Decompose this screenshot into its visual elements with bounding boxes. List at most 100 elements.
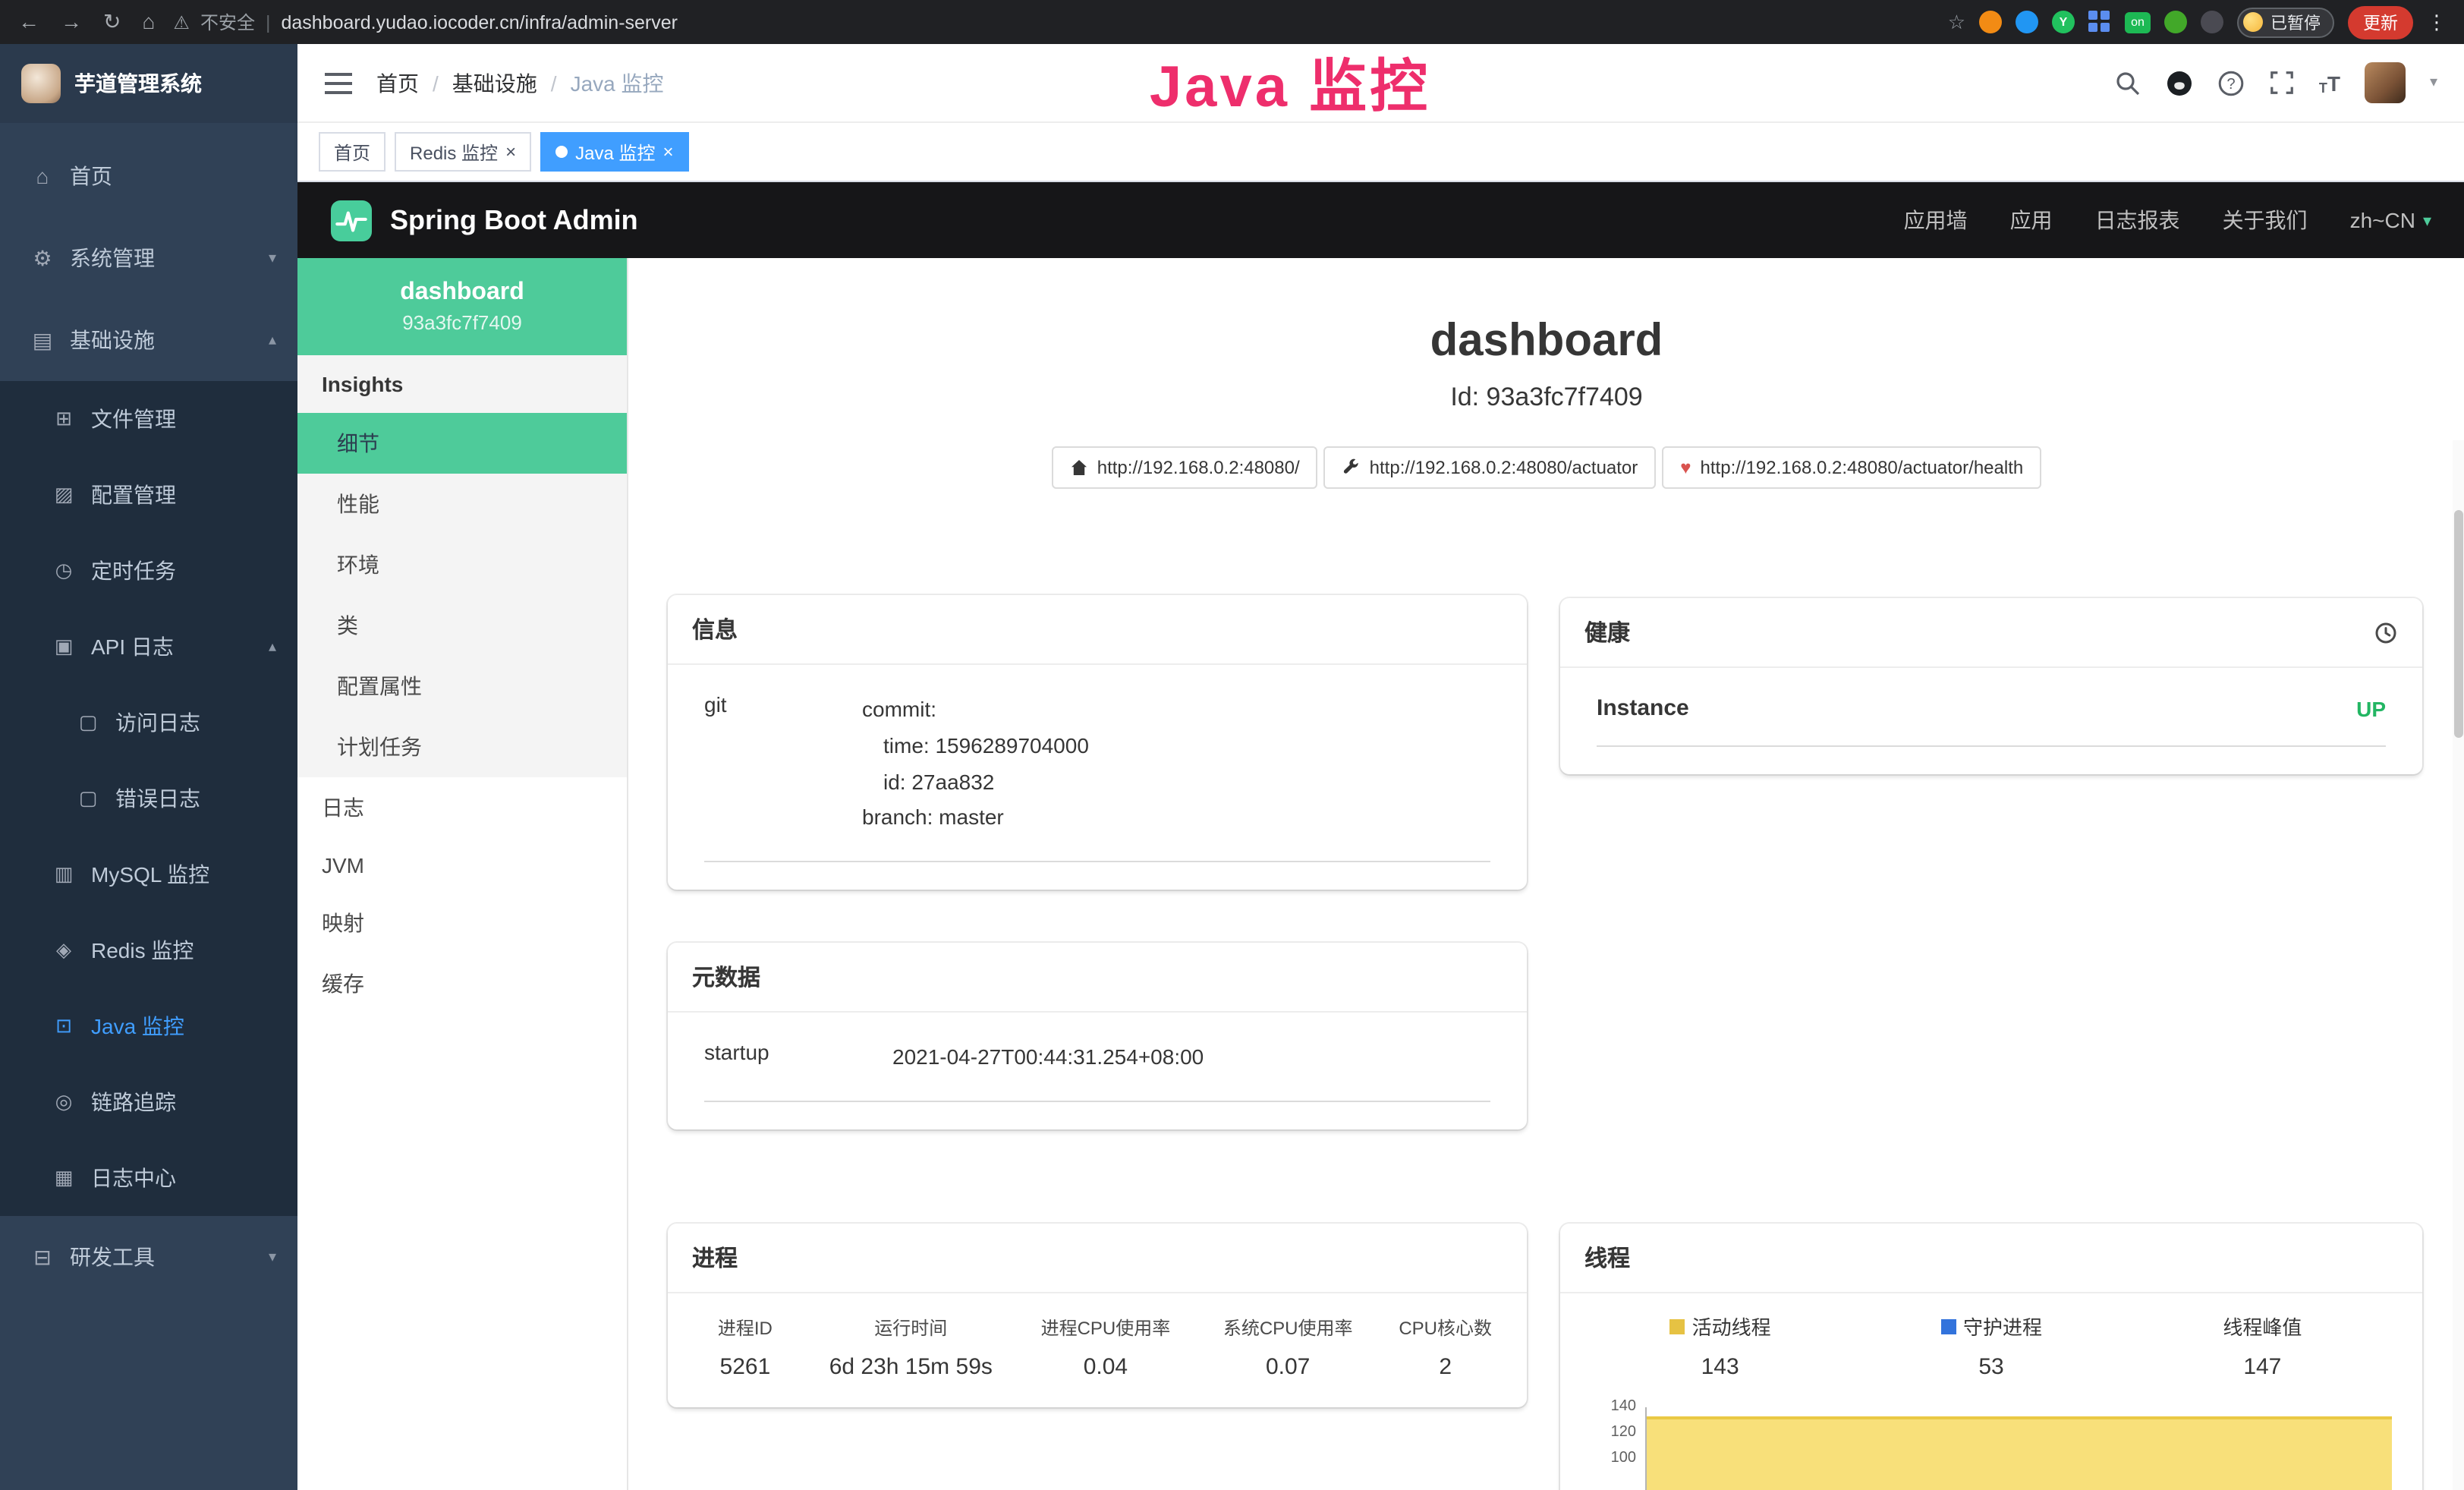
sba-nav-performance[interactable]: 性能 [297,474,627,534]
avatar-caret-icon[interactable]: ▾ [2430,74,2437,91]
url-text[interactable]: dashboard.yudao.iocoder.cn/infra/admin-s… [281,11,678,33]
metadata-key-startup: startup [704,1040,892,1076]
history-icon[interactable] [2374,620,2398,644]
sba-nav-caches[interactable]: 缓存 [297,953,627,1014]
sidebar-item-home[interactable]: ⌂ 首页 [0,135,297,217]
sba-nav-environment[interactable]: 环境 [297,534,627,595]
sba-nav-mappings[interactable]: 映射 [297,893,627,953]
extension-icon-grid[interactable] [2088,11,2111,33]
home-menu-icon: ⌂ [30,164,55,188]
close-icon[interactable]: × [662,143,673,161]
sidebar-item-scheduled-jobs[interactable]: ◷ 定时任务 [0,533,297,609]
sba-nav-details[interactable]: 细节 [297,413,627,474]
user-avatar[interactable] [2365,62,2406,103]
search-icon[interactable] [2114,69,2141,96]
sidebar-item-config-manage[interactable]: ▨ 配置管理 [0,457,297,533]
scrollbar-thumb[interactable] [2454,510,2463,738]
sidebar-item-file-manage[interactable]: ⊞ 文件管理 [0,381,297,457]
app-logo-icon [21,64,61,103]
sba-nav-journal[interactable]: 日志报表 [2095,205,2180,235]
metadata-startup-value: 2021-04-27T00:44:31.254+08:00 [892,1040,1204,1076]
metadata-card: 元数据 startup 2021-04-27T00:44:31.254+08:0… [668,943,1527,1129]
sidebar-item-system-manage[interactable]: ⚙ 系统管理 ▾ [0,217,297,299]
system-cpu-usage: 系统CPU使用率 0.07 [1197,1315,1379,1380]
chevron-down-icon: ▾ [269,1249,276,1265]
breadcrumb-current: Java 监控 [571,68,664,98]
profile-emoji-icon [2243,12,2263,32]
reload-icon[interactable]: ↻ [103,9,121,35]
health-instance-row: Instance UP [1597,674,2386,747]
info-key-git: git [704,692,862,836]
bookmark-star-icon[interactable]: ☆ [1948,10,1965,34]
git-branch: branch: master [862,801,1089,837]
github-icon[interactable] [2166,69,2193,96]
sidebar-item-mysql-monitor[interactable]: ▥ MySQL 监控 [0,836,297,912]
sba-nav-wallboard[interactable]: 应用墙 [1904,205,1968,235]
font-size-icon[interactable]: TT [2319,71,2340,95]
actuator-link[interactable]: http://192.168.0.2:48080/actuator [1324,446,1657,489]
fullscreen-icon[interactable] [2269,70,2295,96]
git-commit-time: time: 1596289704000 [862,729,1089,765]
app-logo-row[interactable]: 芋道管理系统 [0,44,297,123]
extension-icon-leaf[interactable] [2164,11,2187,33]
sba-nav-config-props[interactable]: 配置属性 [297,656,627,717]
sidebar-item-redis-monitor[interactable]: ◈ Redis 监控 [0,912,297,988]
instance-home-link[interactable]: http://192.168.0.2:48080/ [1052,446,1318,489]
chrome-update-button[interactable]: 更新 [2348,5,2413,39]
chevron-up-icon: ▴ [269,638,276,655]
sba-header: Spring Boot Admin 应用墙 应用 日志报表 关于我们 zh~CN… [297,182,2464,258]
process-card: 进程 进程ID 5261 运行时间 6d 23h 15m 59s 进程CPU使用… [668,1224,1527,1407]
svg-text:?: ? [2226,75,2235,92]
extension-icon-on-badge[interactable]: on [2125,11,2151,33]
breadcrumb-home[interactable]: 首页 [376,68,419,98]
process-pid: 进程ID 5261 [683,1315,807,1380]
back-icon[interactable]: ← [18,9,39,35]
tab-java-monitor[interactable]: Java 监控 × [540,132,688,172]
sba-instance-header[interactable]: dashboard 93a3fc7f7409 [297,258,627,355]
help-icon[interactable]: ? [2217,69,2245,96]
home-icon[interactable]: ⌂ [142,9,155,35]
sba-nav-jvm[interactable]: JVM [297,838,627,893]
sidebar-item-trace[interactable]: ◎ 链路追踪 [0,1064,297,1140]
sba-nav-logs[interactable]: 日志 [297,777,627,838]
sba-nav-applications[interactable]: 应用 [2010,205,2053,235]
tab-home[interactable]: 首页 [319,132,385,172]
profile-paused-badge[interactable]: 已暂停 [2237,7,2334,37]
address-bar[interactable]: ⚠ 不安全 | dashboard.yudao.iocoder.cn/infra… [173,9,678,35]
y-tick-120: 120 [1584,1424,1636,1441]
sidebar-item-log-center[interactable]: ▦ 日志中心 [0,1140,297,1216]
api-log-menu-icon: ▣ [52,635,76,659]
extension-icon-dark[interactable] [2201,11,2223,33]
sidebar-item-error-log[interactable]: ▢ 错误日志 [0,761,297,836]
config-menu-icon: ▨ [52,483,76,507]
extension-icon-blue-drop[interactable] [2016,11,2038,33]
forward-icon[interactable]: → [61,9,82,35]
daemon-threads-swatch [1940,1318,1956,1334]
hamburger-icon[interactable] [325,72,352,93]
sba-language-select[interactable]: zh~CN ▾ [2350,208,2431,232]
extension-icon-orange[interactable] [1979,11,2002,33]
tab-redis-monitor[interactable]: Redis 监控 × [395,132,531,172]
app-sidebar: 芋道管理系统 ⌂ 首页 ⚙ 系统管理 ▾ ▤ 基础设施 ▴ ⊞ 文件管理 [0,44,297,1490]
close-icon[interactable]: × [505,143,516,161]
sidebar-item-dev-tools[interactable]: ⊟ 研发工具 ▾ [0,1216,297,1298]
security-label[interactable]: 不安全 [200,9,255,35]
sba-section-insights: Insights [297,355,627,413]
sba-nav-about[interactable]: 关于我们 [2223,205,2308,235]
breadcrumb-infra[interactable]: 基础设施 [452,68,537,98]
sba-nav-classes[interactable]: 类 [297,595,627,656]
java-menu-icon: ⊡ [52,1014,76,1038]
sidebar-item-java-monitor[interactable]: ⊡ Java 监控 [0,988,297,1064]
page-scrollbar[interactable] [2453,440,2464,1490]
chrome-menu-icon[interactable]: ⋮ [2427,10,2447,34]
sidebar-item-access-log[interactable]: ▢ 访问日志 [0,685,297,761]
chevron-down-icon: ▾ [2423,210,2431,230]
active-tab-dot [555,146,568,158]
health-link[interactable]: ♥ http://192.168.0.2:48080/actuator/heal… [1662,446,2041,489]
log-center-menu-icon: ▦ [52,1166,76,1190]
extension-icon-green-y[interactable]: Y [2052,11,2075,33]
sba-nav-scheduled-tasks[interactable]: 计划任务 [297,717,627,777]
sidebar-item-api-log[interactable]: ▣ API 日志 ▴ [0,609,297,685]
sba-brand-title[interactable]: Spring Boot Admin [390,204,638,236]
sidebar-item-infrastructure[interactable]: ▤ 基础设施 ▴ [0,299,297,381]
